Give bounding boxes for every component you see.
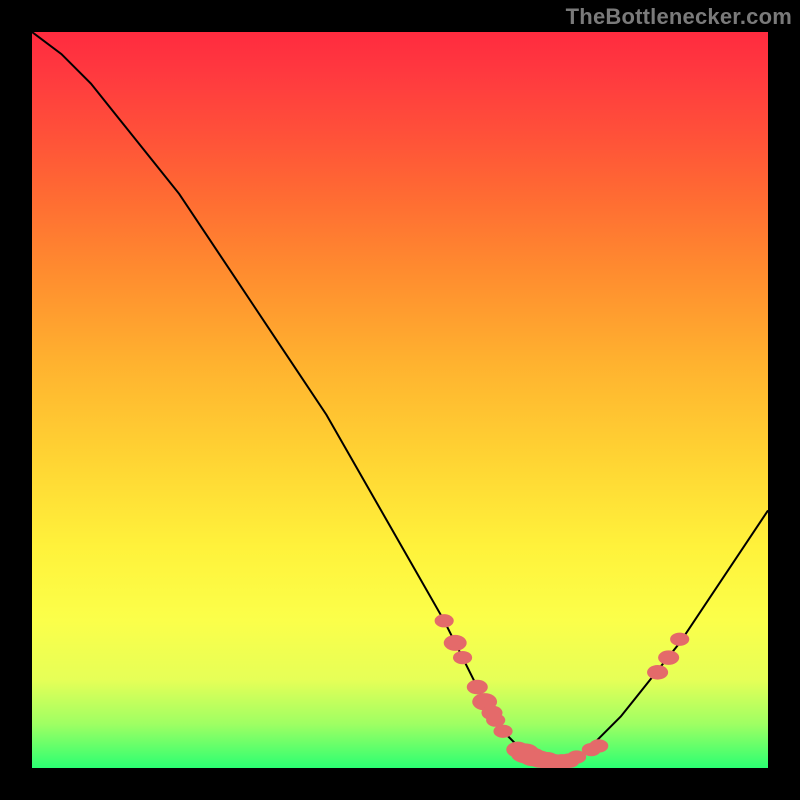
- curve-marker: [444, 635, 467, 651]
- plot-area: [32, 32, 768, 768]
- curve-markers: [435, 614, 690, 768]
- curve-marker: [493, 725, 512, 738]
- curve-marker: [467, 680, 488, 695]
- curve-marker: [670, 633, 689, 646]
- curve-marker: [435, 614, 454, 627]
- curve-marker: [647, 665, 668, 680]
- curve-marker: [453, 651, 472, 664]
- attribution-label: TheBottlenecker.com: [566, 4, 792, 30]
- curve-layer: [32, 32, 768, 768]
- curve-marker: [589, 739, 608, 752]
- bottleneck-curve: [32, 32, 768, 768]
- curve-marker: [658, 650, 679, 665]
- chart-frame: TheBottlenecker.com: [0, 0, 800, 800]
